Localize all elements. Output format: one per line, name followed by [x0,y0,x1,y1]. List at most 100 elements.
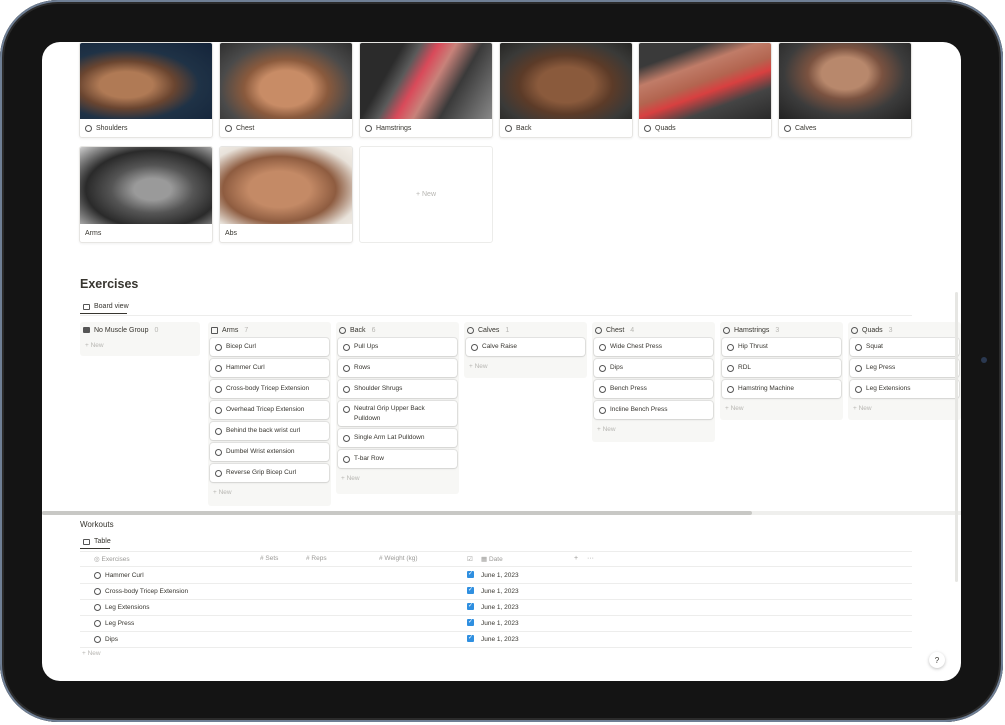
exercise-card[interactable]: Hip Thrust [722,338,841,356]
gallery-card-arms[interactable]: Arms [79,146,213,243]
gallery-card-abs[interactable]: Abs [219,146,353,243]
column-new-button[interactable]: + New [720,401,843,419]
table-row[interactable]: Leg Press ✓ June 1, 2023 [80,616,912,632]
exercise-card[interactable]: Incline Bench Press [594,401,713,419]
row-name[interactable]: Hammer Curl [105,572,144,579]
circle-icon [599,364,606,372]
table-row[interactable]: Cross-body Tricep Extension ✓ June 1, 20… [80,584,912,600]
page-vertical-scrollbar[interactable] [955,292,958,582]
column-new-button[interactable]: + New [848,401,961,419]
board-horizontal-scrollbar[interactable] [42,511,961,515]
exercise-card[interactable]: T-bar Row [338,450,457,468]
card-label: Pull Ups [354,343,379,351]
row-date: June 1, 2023 [481,636,519,643]
tab-table[interactable]: Table [80,538,111,549]
row-name[interactable]: Leg Extensions [105,604,149,611]
camera-dot [981,357,987,363]
exercise-card[interactable]: Pull Ups [338,338,457,356]
col-reps[interactable]: # Reps [306,555,327,562]
table-row[interactable]: Hammer Curl ✓ June 1, 2023 [80,568,912,584]
exercise-card[interactable]: Behind the back wrist curl [210,422,329,440]
table-new-row-button[interactable]: + New [82,650,101,657]
gallery-card-back[interactable]: Back [499,42,633,138]
card-label: Squat [866,343,883,351]
column-count: 4 [630,326,635,334]
gallery-card-quads[interactable]: Quads [638,42,772,138]
exercise-card[interactable]: Overhead Tricep Extension [210,401,329,419]
add-column-icon[interactable]: + [574,555,578,562]
gallery-card-calves[interactable]: Calves [778,42,912,138]
done-checkbox[interactable]: ✓ [467,571,474,578]
gallery-card-hamstrings[interactable]: Hamstrings [359,42,493,138]
page-icon [211,326,218,334]
column-new-button[interactable]: + New [464,359,587,377]
exercise-card[interactable]: RDL [722,359,841,377]
gallery-card-shoulders[interactable]: Shoulders [79,42,213,138]
shoulders-image [80,43,212,119]
exercise-card[interactable]: Bicep Curl [210,338,329,356]
card-label: Leg Extensions [866,385,911,393]
exercise-card[interactable]: Hamstring Machine [722,380,841,398]
column-new-button[interactable]: + New [208,485,331,503]
col-weight[interactable]: # Weight (kg) [379,555,418,562]
table-header: ◎ Exercises # Sets # Reps # Weight (kg) … [80,551,912,567]
circle-icon [339,326,346,334]
row-name[interactable]: Cross-body Tricep Extension [105,588,188,595]
circle-icon [723,326,730,334]
exercise-card[interactable]: Hammer Curl [210,359,329,377]
col-sets[interactable]: # Sets [260,555,278,562]
exercise-card[interactable]: Rows [338,359,457,377]
exercise-card[interactable]: Dips [594,359,713,377]
table-row[interactable]: Dips ✓ June 1, 2023 [80,632,912,648]
help-button[interactable]: ? [929,652,945,668]
calves-image [779,43,911,119]
exercise-card[interactable]: Dumbel Wrist extension [210,443,329,461]
exercise-card[interactable]: Bench Press [594,380,713,398]
board-column-back: Back 6 Pull Ups Rows Shoulder Shrugs Neut… [336,322,459,494]
row-name[interactable]: Leg Press [105,620,134,627]
exercise-card[interactable]: Single Arm Lat Pulldown [338,429,457,447]
col-exercises[interactable]: ◎ Exercises [94,555,130,563]
done-checkbox[interactable]: ✓ [467,603,474,610]
exercise-card[interactable]: Calve Raise [466,338,585,356]
card-label: Shoulder Shrugs [354,385,403,393]
exercise-card[interactable]: Leg Extensions [850,380,959,398]
board-icon [83,303,90,310]
circle-icon [727,364,734,372]
circle-icon [94,636,105,645]
col-date[interactable]: ▦ Date [481,555,503,563]
table-row[interactable]: Leg Extensions ✓ June 1, 2023 [80,600,912,616]
gallery-new-button[interactable]: + New [359,146,493,243]
column-new-button[interactable]: + New [80,338,200,356]
exercise-card[interactable]: Cross-body Tricep Extension [210,380,329,398]
done-checkbox[interactable]: ✓ [467,587,474,594]
done-checkbox[interactable]: ✓ [467,635,474,642]
column-new-button[interactable]: + New [336,471,459,489]
more-icon[interactable]: ··· [587,555,594,562]
exercise-card[interactable]: Leg Press [850,359,959,377]
exercise-card[interactable]: Reverse Grip Bicep Curl [210,464,329,482]
card-label: Cross-body Tricep Extension [226,385,310,393]
exercise-card[interactable]: Squat [850,338,959,356]
card-label: Calves [795,124,817,132]
card-label: Overhead Tricep Extension [226,406,305,414]
checkbox-header-icon[interactable]: ☑ [467,555,473,563]
circle-icon [644,124,651,132]
scrollbar-thumb[interactable] [42,511,752,515]
row-name[interactable]: Dips [105,636,118,643]
column-new-button[interactable]: + New [592,422,715,440]
exercise-card[interactable]: Shoulder Shrugs [338,380,457,398]
card-label: Behind the back wrist curl [226,427,301,435]
exercise-card[interactable]: Neutral Grip Upper Back Pulldown [338,401,457,426]
row-date: June 1, 2023 [481,604,519,611]
card-label: Bicep Curl [226,343,256,351]
row-date: June 1, 2023 [481,620,519,627]
circle-icon [94,620,105,629]
done-checkbox[interactable]: ✓ [467,619,474,626]
abs-image [220,147,352,224]
circle-icon [343,343,350,351]
exercise-card[interactable]: Wide Chest Press [594,338,713,356]
circle-icon [505,124,512,132]
gallery-card-chest[interactable]: Chest [219,42,353,138]
tab-board-view[interactable]: Board view [80,303,129,314]
